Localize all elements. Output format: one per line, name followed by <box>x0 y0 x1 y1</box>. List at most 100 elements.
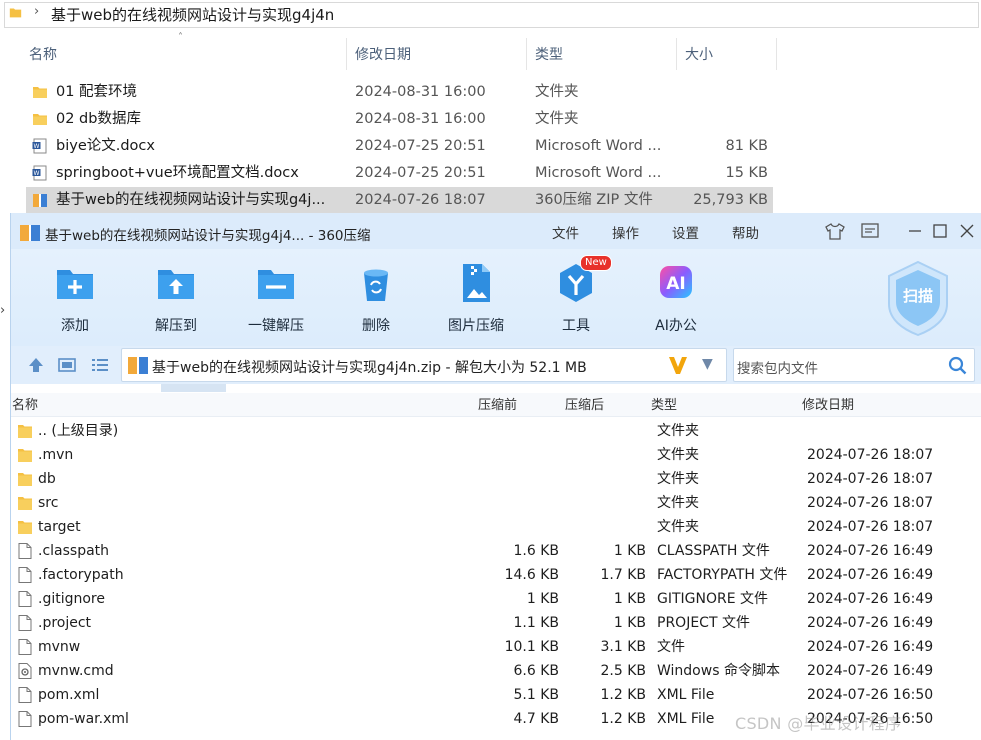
file-row-selected[interactable]: 基于web的在线视频网站设计与实现g4j... 2024-07-26 18:07… <box>26 187 773 213</box>
address-bar[interactable]: › 基于web的在线视频网站设计与实现g4j4n <box>0 0 981 30</box>
archive-file-type: PROJECT 文件 <box>657 615 750 631</box>
column-header-before[interactable]: 压缩前 <box>478 395 517 417</box>
archive-file-name: pom.xml <box>38 687 100 703</box>
add-icon <box>57 270 93 299</box>
file-name: springboot+vue环境配置文档.docx <box>56 165 299 181</box>
column-header-name[interactable]: 名称 <box>29 40 57 70</box>
cmd-script-icon <box>18 663 32 679</box>
one-click-extract-icon <box>258 270 294 299</box>
desktop: › 基于web的在线视频网站设计与实现g4j4n ˄ 名称 修改日期 类型 大小… <box>0 0 981 740</box>
archive-row[interactable]: mvnw 10.1 KB 3.1 KB 文件 2024-07-26 16:49 <box>11 635 981 659</box>
archive-row[interactable]: .gitignore 1 KB 1 KB GITIGNORE 文件 2024-07-26… <box>11 587 981 611</box>
archive-row[interactable]: target 文件夹 2024-07-26 18:07 <box>11 515 981 539</box>
file-icon <box>18 615 32 631</box>
archive-row[interactable]: pom.xml 5.1 KB 1.2 KB XML File 2024-07-26 16… <box>11 683 981 707</box>
archive-file-name: mvnw <box>38 639 81 655</box>
archive-size-before: 14.6 KB <box>504 567 559 583</box>
column-header-name[interactable]: 名称 <box>12 395 38 417</box>
column-header-size[interactable]: 大小 <box>685 40 713 70</box>
archive-row[interactable]: src 文件夹 2024-07-26 18:07 <box>11 491 981 515</box>
column-header-after[interactable]: 压缩后 <box>565 395 604 417</box>
archive-file-type: 文件夹 <box>657 471 699 487</box>
archive-row[interactable]: .project 1.1 KB 1 KB PROJECT 文件 2024-07-26 1… <box>11 611 981 635</box>
file-row[interactable]: W biye论文.docx 2024-07-25 20:51 Microsoft… <box>26 133 773 159</box>
column-divider[interactable] <box>346 38 347 70</box>
menu-operation[interactable]: 操作 <box>612 222 639 242</box>
feedback-icon[interactable] <box>860 221 880 241</box>
sort-caret-icon: ˄ <box>178 32 183 43</box>
archive-file-date: 2024-07-26 16:49 <box>807 567 934 583</box>
file-icon <box>18 711 32 727</box>
archive-row[interactable]: mvnw.cmd 6.6 KB 2.5 KB Windows 命令脚本 2024-07-… <box>11 659 981 683</box>
archive-path-box[interactable]: 基于web的在线视频网站设计与实现g4j4n.zip - 解包大小为 52.1 … <box>121 348 727 382</box>
column-header-type[interactable]: 类型 <box>535 40 563 70</box>
archive-file-date: 2024-07-26 18:07 <box>807 519 934 535</box>
scan-button[interactable]: 扫描 <box>884 259 952 337</box>
archive-file-date: 2024-07-26 16:49 <box>807 591 934 607</box>
archive-row[interactable]: .mvn 文件夹 2024-07-26 18:07 <box>11 443 981 467</box>
search-input[interactable]: 搜索包内文件 <box>733 348 975 382</box>
up-level-icon[interactable] <box>27 356 45 374</box>
chevron-right-icon[interactable]: › <box>34 4 39 19</box>
menu-help[interactable]: 帮助 <box>732 222 759 242</box>
file-row[interactable]: W springboot+vue环境配置文档.docx 2024-07-25 2… <box>26 160 773 186</box>
minimize-icon[interactable] <box>905 221 925 241</box>
column-divider[interactable] <box>526 38 527 70</box>
archive-row[interactable]: db 文件夹 2024-07-26 18:07 <box>11 467 981 491</box>
delete-label: 删除 <box>362 318 390 334</box>
menu-file[interactable]: 文件 <box>552 222 579 242</box>
column-header-type[interactable]: 类型 <box>651 395 677 417</box>
file-row[interactable]: 01 配套环境 2024-08-31 16:00 文件夹 <box>26 79 773 105</box>
archive-file-type: CLASSPATH 文件 <box>657 543 770 559</box>
file-icon <box>18 591 32 607</box>
folder-icon <box>18 519 32 535</box>
close-icon[interactable] <box>957 221 977 241</box>
image-compress-button[interactable]: 图片压缩 <box>431 261 521 341</box>
archive-file-type: 文件夹 <box>657 423 699 439</box>
horizontal-scroll-thumb[interactable] <box>161 384 226 392</box>
file-type: Microsoft Word ... <box>535 138 662 154</box>
file-size: 15 KB <box>725 165 768 181</box>
archive-size-before: 5.1 KB <box>513 687 560 703</box>
folder-icon <box>18 495 32 511</box>
archive-size-before: 10.1 KB <box>504 639 559 655</box>
folder-icon <box>18 423 32 439</box>
one-click-extract-button[interactable]: 一键解压 <box>231 261 321 341</box>
archive-row[interactable]: .. (上级目录) 文件夹 <box>11 419 981 443</box>
image-compress-label: 图片压缩 <box>448 318 504 334</box>
one-click-extract-label: 一键解压 <box>248 318 304 334</box>
ai-office-button[interactable]: AI AI办公 <box>631 261 721 341</box>
tools-button[interactable]: 工具 New <box>531 255 621 341</box>
search-icon[interactable] <box>948 356 967 375</box>
file-row[interactable]: 02 db数据库 2024-08-31 16:00 文件夹 <box>26 106 773 132</box>
delete-button[interactable]: 删除 <box>331 261 421 341</box>
archive-file-type: 文件夹 <box>657 495 699 511</box>
word-doc-icon: W <box>32 165 47 181</box>
extract-to-button[interactable]: 解压到 <box>131 261 221 341</box>
file-icon <box>18 639 32 655</box>
search-placeholder: 搜索包内文件 <box>737 361 818 377</box>
add-button[interactable]: 添加 <box>30 261 120 341</box>
delete-icon <box>364 269 388 301</box>
list-view-icon[interactable] <box>91 356 109 374</box>
column-header-date[interactable]: 修改日期 <box>355 40 411 70</box>
thumbnail-view-icon[interactable] <box>58 356 76 374</box>
svg-text:W: W <box>34 170 40 177</box>
column-divider[interactable] <box>676 38 677 70</box>
archive-file-type: 文件 <box>657 639 685 655</box>
title-bar[interactable]: 基于web的在线视频网站设计与实现g4j4... - 360压缩 文件 操作 设… <box>11 213 981 249</box>
menu-settings[interactable]: 设置 <box>672 222 699 242</box>
new-badge: New <box>580 255 612 271</box>
file-type: 文件夹 <box>535 111 579 127</box>
maximize-icon[interactable] <box>930 221 950 241</box>
archive-row[interactable]: .classpath 1.6 KB 1 KB CLASSPATH 文件 2024-07-… <box>11 539 981 563</box>
skin-shirt-icon[interactable] <box>825 221 845 241</box>
column-divider[interactable] <box>776 38 777 70</box>
path-dropdown-icon[interactable]: ▼ <box>702 356 713 372</box>
v-logo-icon[interactable] <box>667 353 689 377</box>
file-type: 360压缩 ZIP 文件 <box>535 192 653 208</box>
column-header-date[interactable]: 修改日期 <box>802 395 854 417</box>
file-date: 2024-07-25 20:51 <box>355 165 486 181</box>
archive-row[interactable]: .factorypath 14.6 KB 1.7 KB FACTORYPATH 文件 2… <box>11 563 981 587</box>
archive-file-date: 2024-07-26 18:07 <box>807 447 934 463</box>
